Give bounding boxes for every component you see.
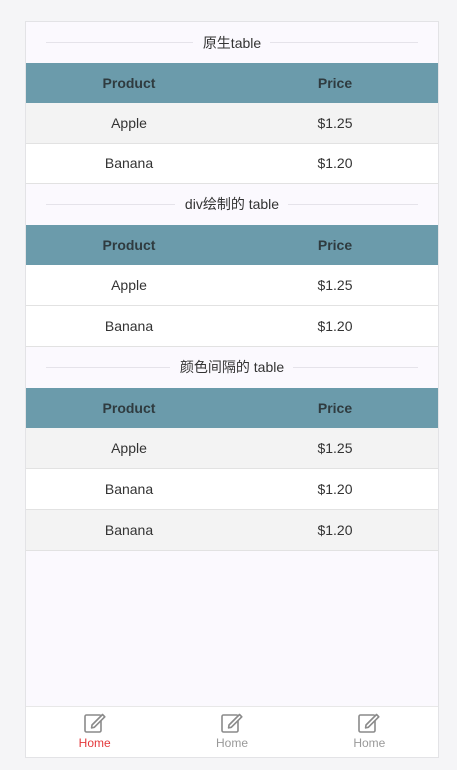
edit-icon <box>83 713 106 733</box>
tab-home-3[interactable]: Home <box>301 707 438 757</box>
edit-icon <box>358 713 380 733</box>
tab-label: Home <box>353 736 386 750</box>
app-frame: 原生table Product Price Apple $1.25 Banana… <box>25 21 439 758</box>
divider-right <box>270 42 418 43</box>
header-cell-price: Price <box>317 75 353 91</box>
tab-label: Home <box>215 736 248 750</box>
tab-home-2[interactable]: Home <box>163 707 300 757</box>
cell-product: Banana <box>104 480 154 497</box>
section-title-native: 原生table <box>26 22 438 63</box>
cell-price: $1.25 <box>317 276 353 293</box>
tab-home-1[interactable]: Home <box>26 707 163 757</box>
section-title-div: div绘制的 table <box>26 184 438 225</box>
table-header-row: Product Price <box>26 387 438 428</box>
header-cell-product: Product <box>102 75 156 91</box>
table-row: Apple $1.25 <box>26 103 438 143</box>
divider-right <box>293 366 418 368</box>
cell-price: $1.20 <box>317 317 353 334</box>
table-row: Apple $1.25 <box>26 427 438 469</box>
striped-table: Product Price Apple $1.25 Banana $1.20 B… <box>26 387 438 551</box>
table-header-row: Product Price <box>26 224 438 265</box>
divider-left <box>46 42 194 43</box>
cell-product: Apple <box>111 439 147 456</box>
cell-price: $1.20 <box>317 480 353 497</box>
section-title-striped: 颜色间隔的 table <box>26 347 438 388</box>
cell-price: $1.25 <box>317 114 353 131</box>
table-row: Apple $1.25 <box>26 264 438 306</box>
cell-price: $1.20 <box>317 155 353 171</box>
edit-icon <box>221 713 243 733</box>
cell-product: Banana <box>104 317 154 334</box>
cell-product: Banana <box>104 521 154 538</box>
cell-price: $1.20 <box>317 521 353 538</box>
div-table: Product Price Apple $1.25 Banana $1.20 <box>26 224 438 347</box>
table-row: Banana $1.20 <box>26 468 438 510</box>
table-row: Banana $1.20 <box>26 509 438 551</box>
cell-product: Banana <box>104 155 154 171</box>
tab-label: Home <box>78 736 111 750</box>
bottom-tab-bar: Home Home Home <box>26 706 438 757</box>
header-cell-price: Price <box>317 399 353 416</box>
section-title-text: div绘制的 table <box>174 194 290 214</box>
section-title-text: 原生table <box>192 32 272 53</box>
divider-left <box>46 203 176 205</box>
table-row: Banana $1.20 <box>26 305 438 347</box>
divider-right <box>288 203 418 205</box>
cell-product: Apple <box>111 276 147 293</box>
table-row: Banana $1.20 <box>26 143 438 183</box>
cell-price: $1.25 <box>317 439 353 456</box>
divider-left <box>46 366 171 368</box>
header-cell-product: Product <box>102 399 156 416</box>
cell-product: Apple <box>111 114 147 131</box>
table-header-row: Product Price <box>26 63 438 103</box>
native-table: Product Price Apple $1.25 Banana $1.20 <box>26 63 438 184</box>
header-cell-price: Price <box>317 236 353 253</box>
header-cell-product: Product <box>102 236 156 253</box>
section-title-text: 颜色间隔的 table <box>169 357 295 377</box>
